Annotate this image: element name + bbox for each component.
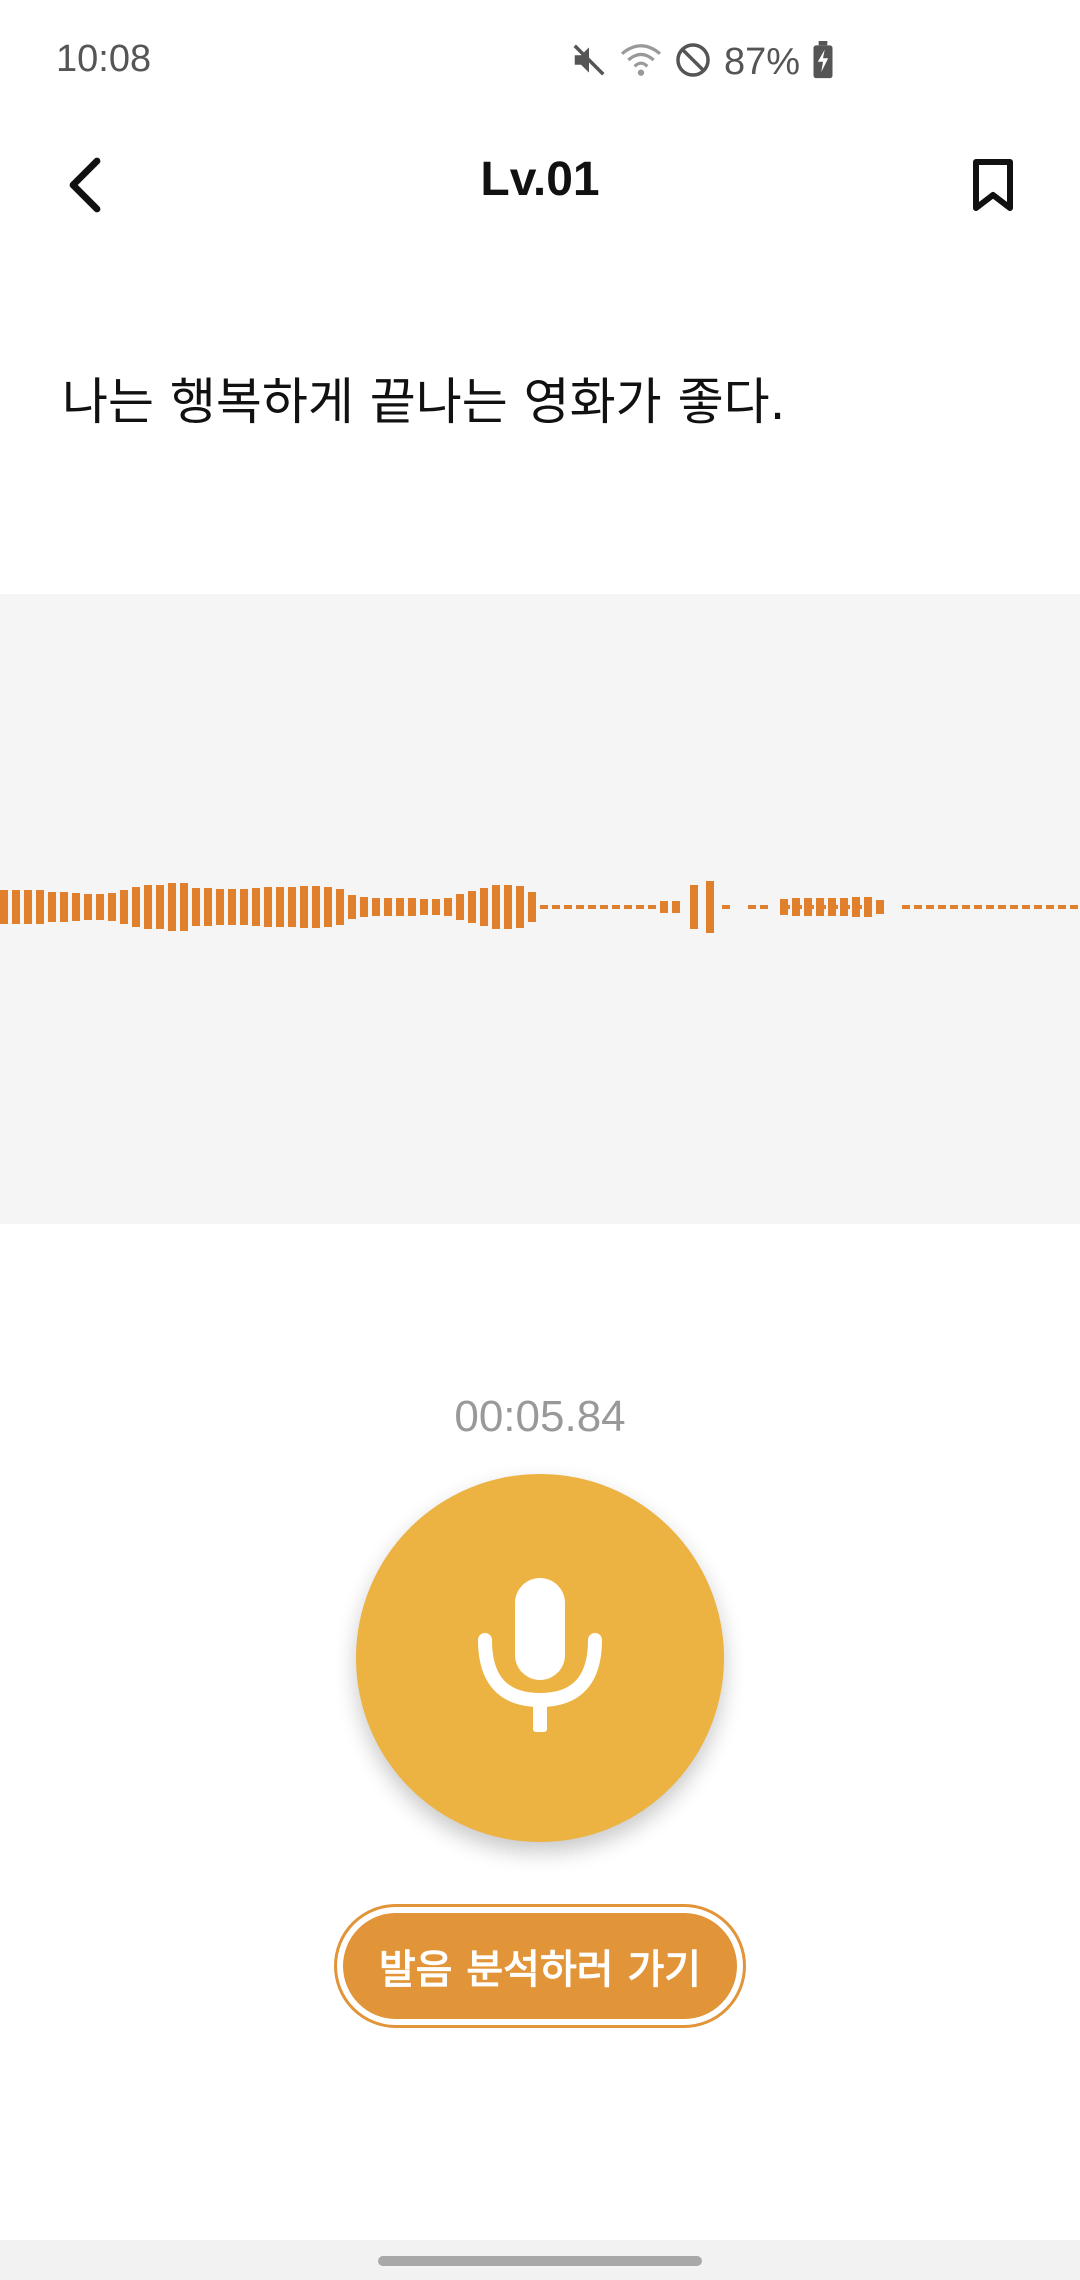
- waveform-bar: [396, 898, 404, 916]
- waveform-bar: [72, 893, 80, 921]
- waveform-bar: [24, 890, 32, 924]
- waveform-bar: [132, 887, 140, 927]
- waveform-bar: [348, 895, 356, 919]
- waveform-bar: [864, 897, 872, 917]
- waveform-bar: [528, 892, 536, 922]
- waveform-bar: [36, 890, 44, 924]
- waveform-bar: [144, 885, 152, 929]
- waveform-bar: [228, 889, 236, 925]
- record-button[interactable]: [356, 1474, 724, 1842]
- do-not-disturb-icon: [674, 41, 712, 83]
- bookmark-button[interactable]: [958, 150, 1028, 220]
- waveform-bar: [456, 894, 464, 920]
- waveform-bar: [84, 894, 92, 920]
- home-indicator[interactable]: [378, 2256, 702, 2266]
- waveform-bar: [690, 885, 698, 929]
- waveform-bar: [828, 898, 836, 916]
- waveform-bar: [48, 892, 56, 922]
- analyze-button-frame: 발음 분석하러 가기: [334, 1904, 746, 2028]
- waveform-bar: [240, 889, 248, 925]
- waveform-bar: [192, 888, 200, 926]
- waveform-bar: [168, 883, 176, 931]
- waveform-bar: [780, 899, 788, 915]
- waveform-bar: [480, 888, 488, 926]
- go-to-pronunciation-analysis-button[interactable]: 발음 분석하러 가기: [343, 1913, 737, 2019]
- waveform-bar: [840, 898, 848, 916]
- waveform-bar: [468, 891, 476, 923]
- wifi-icon: [620, 41, 662, 83]
- waveform-bar: [288, 887, 296, 927]
- microphone-icon: [478, 1578, 602, 1732]
- waveform-bar: [360, 897, 368, 917]
- waveform-bar: [372, 898, 380, 916]
- battery-charging-icon: [812, 41, 834, 83]
- waveform-bar: [432, 899, 440, 915]
- waveform: [0, 881, 1080, 933]
- waveform-bar: [852, 897, 860, 917]
- waveform-bar: [264, 887, 272, 927]
- practice-sentence: 나는 행복하게 끝나는 영화가 좋다.: [62, 373, 786, 431]
- waveform-bar: [672, 901, 680, 913]
- screen: 10:08 87% Lv.01 나는 행복하게 끝나는 영화가 좋다. 00:0…: [0, 0, 1080, 2280]
- waveform-bar: [276, 887, 284, 927]
- waveform-bar: [792, 898, 800, 916]
- waveform-bar: [96, 894, 104, 920]
- waveform-bar: [660, 901, 668, 913]
- waveform-bar: [252, 888, 260, 926]
- waveform-bar: [492, 885, 500, 929]
- battery-percent: 87%: [724, 40, 801, 83]
- waveform-bar: [180, 883, 188, 931]
- waveform-bar: [156, 885, 164, 929]
- waveform-bar: [108, 893, 116, 921]
- app-header: Lv.01: [0, 130, 1080, 230]
- waveform-bar: [816, 898, 824, 916]
- waveform-bar: [408, 898, 416, 916]
- waveform-bar: [120, 890, 128, 924]
- recording-timer: 00:05.84: [454, 1392, 626, 1441]
- navigation-bar: [0, 2240, 1080, 2280]
- waveform-bar: [444, 898, 452, 916]
- waveform-bar: [516, 886, 524, 928]
- waveform-bar: [706, 881, 714, 933]
- waveform-bar: [504, 885, 512, 929]
- waveform-bar: [384, 898, 392, 916]
- waveform-bar: [312, 886, 320, 928]
- status-bar: 10:08 87%: [0, 0, 1080, 120]
- waveform-bar: [804, 898, 812, 916]
- mute-icon: [570, 41, 608, 83]
- status-time: 10:08: [56, 38, 152, 80]
- waveform-bar: [300, 886, 308, 928]
- waveform-bar: [336, 889, 344, 925]
- waveform-bar: [0, 890, 8, 924]
- page-title: Lv.01: [480, 153, 600, 206]
- waveform-bar: [12, 890, 20, 924]
- waveform-bar: [876, 900, 884, 914]
- waveform-bar: [204, 888, 212, 926]
- waveform-panel: [0, 594, 1080, 1224]
- status-icons: 87%: [570, 40, 834, 84]
- bookmark-icon: [973, 159, 1013, 211]
- waveform-bar: [216, 889, 224, 925]
- waveform-bar: [420, 899, 428, 915]
- waveform-bar: [60, 892, 68, 922]
- waveform-bar: [324, 887, 332, 927]
